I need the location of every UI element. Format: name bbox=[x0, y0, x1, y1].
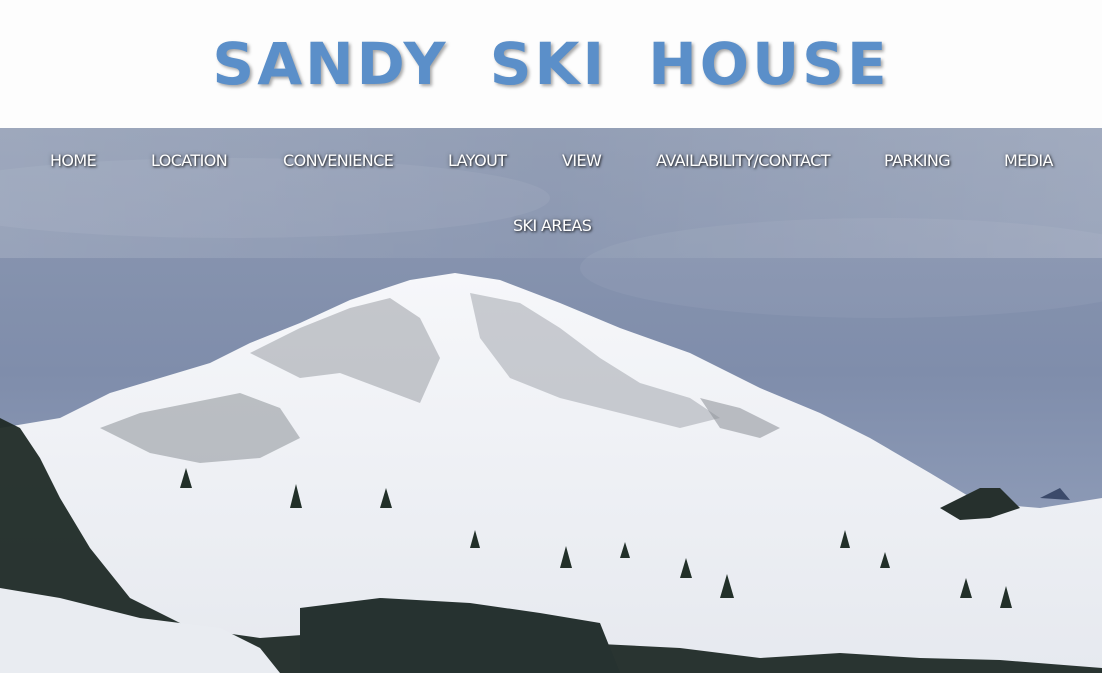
nav-item-home[interactable]: HOME bbox=[50, 151, 97, 171]
nav-item-view[interactable]: VIEW bbox=[562, 151, 602, 171]
nav-item-convenience[interactable]: CONVENIENCE bbox=[283, 151, 394, 171]
nav-item-layout[interactable]: LAYOUT bbox=[448, 151, 507, 171]
nav-item-location[interactable]: LOCATION bbox=[151, 151, 228, 171]
site-header: SANDY SKI HOUSE bbox=[0, 0, 1102, 128]
nav-item-parking[interactable]: PARKING bbox=[884, 151, 951, 171]
nav-item-availability-contact[interactable]: AVAILABILITY/CONTACT bbox=[656, 151, 830, 171]
nav-item-media[interactable]: MEDIA bbox=[1004, 151, 1054, 171]
nav-item-ski-areas[interactable]: SKI AREAS bbox=[513, 216, 592, 236]
site-title[interactable]: SANDY SKI HOUSE bbox=[0, 30, 1102, 98]
main-navigation: HOME LOCATION CONVENIENCE LAYOUT VIEW AV… bbox=[0, 128, 1102, 258]
